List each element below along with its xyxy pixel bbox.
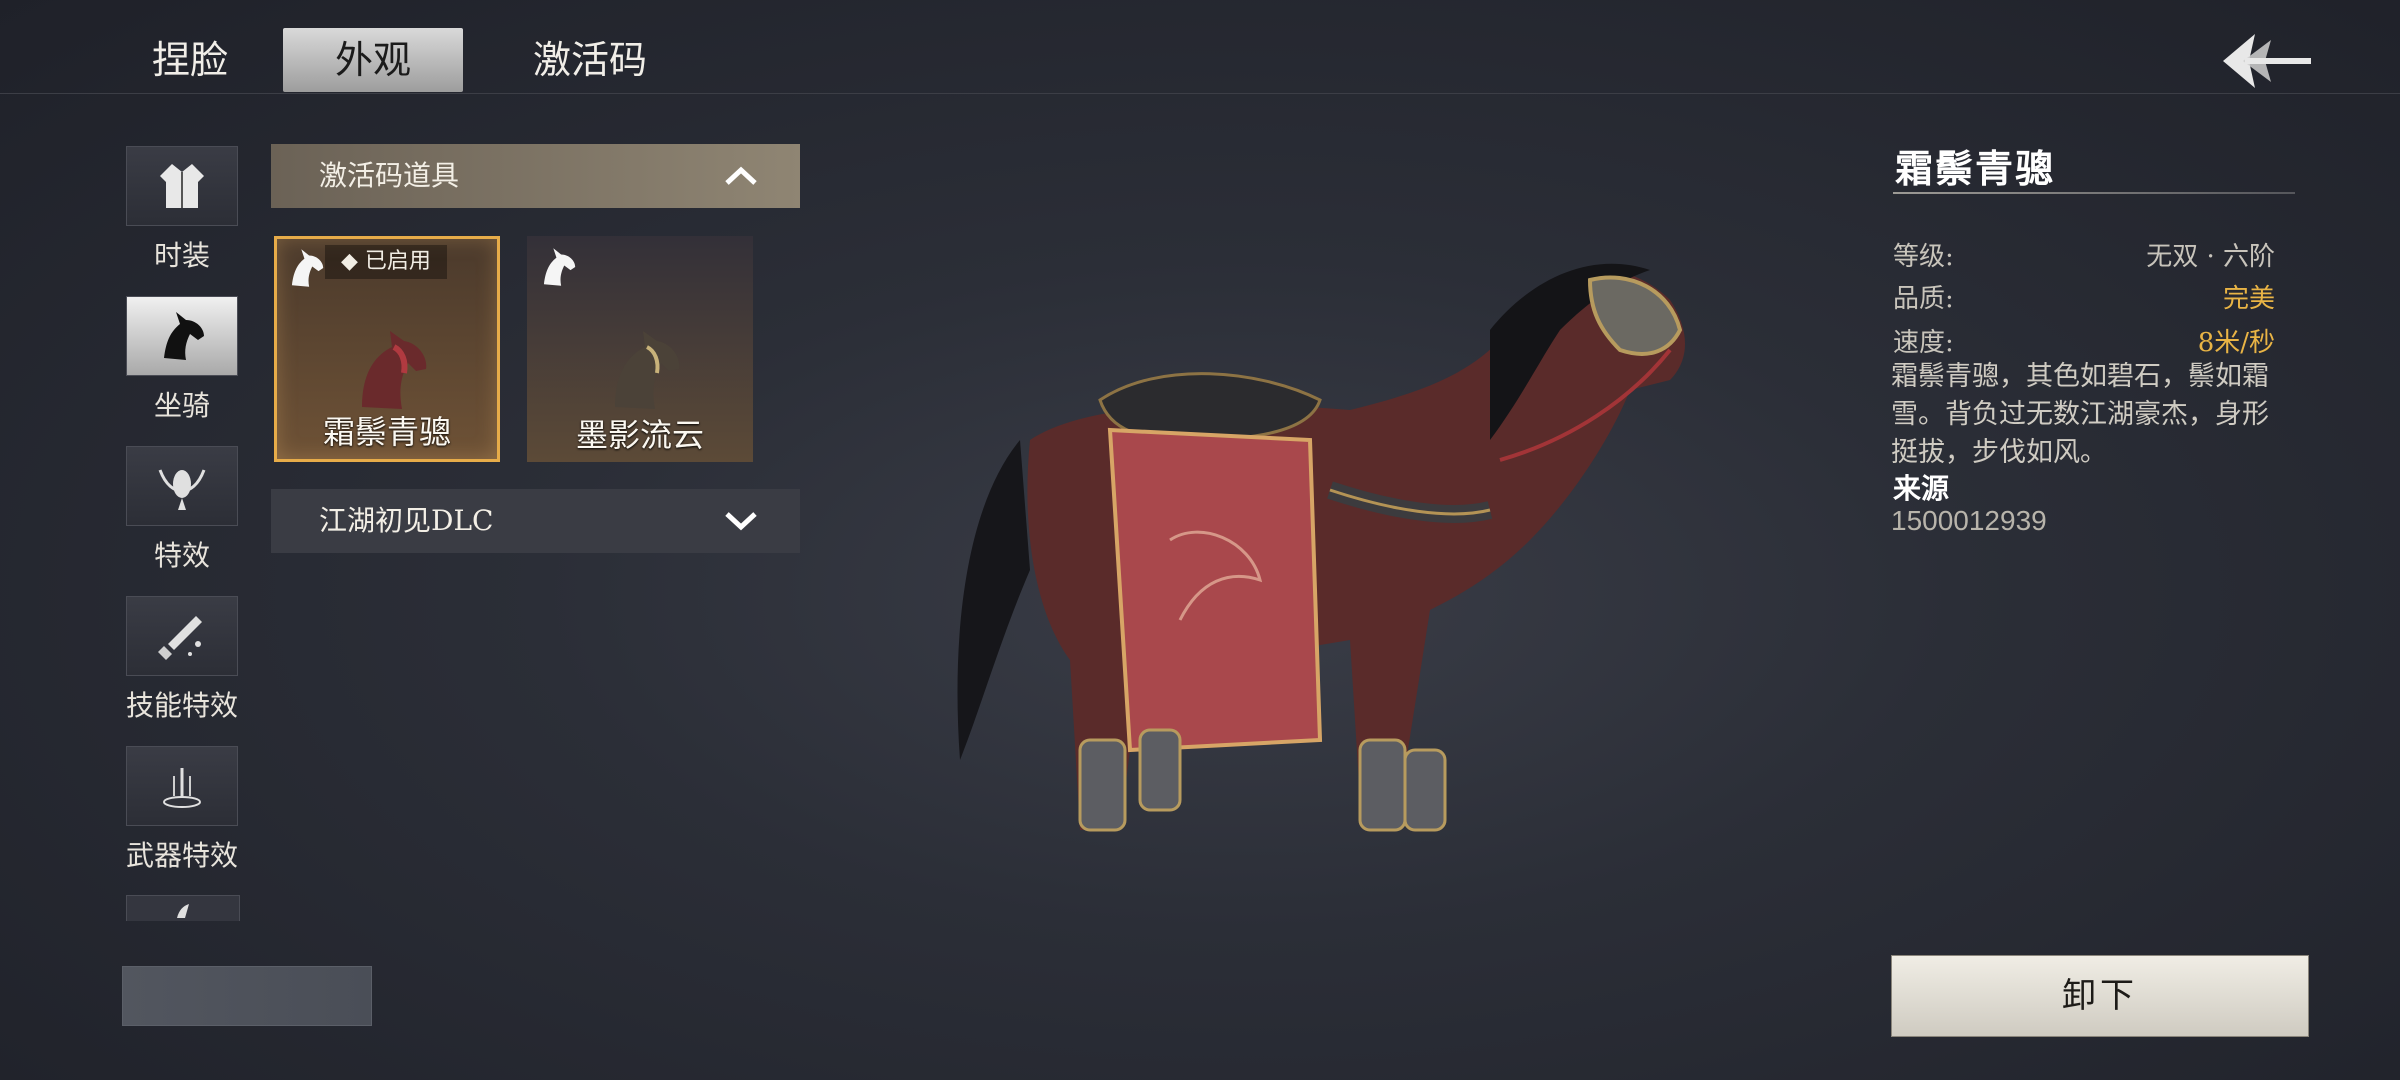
weapon-aura-icon bbox=[126, 746, 238, 826]
back-arrow-icon[interactable] bbox=[2215, 28, 2315, 94]
stat-key: 品质: bbox=[1893, 284, 1954, 314]
stat-key: 速度: bbox=[1893, 328, 1954, 358]
stat-value: 无双 · 六阶 bbox=[2146, 242, 2275, 272]
tab-activation-code[interactable]: 激活码 bbox=[510, 28, 670, 92]
section-title: 江湖初见DLC bbox=[319, 504, 494, 537]
section-title: 激活码道具 bbox=[319, 159, 460, 192]
unequip-button[interactable]: 卸下 bbox=[1891, 955, 2309, 1037]
category-weapon-effects[interactable]: 武器特效 bbox=[126, 746, 238, 874]
category-label: 时装 bbox=[153, 239, 210, 272]
equipped-badge: ◆ 已启用 bbox=[325, 245, 447, 279]
category-label: 技能特效 bbox=[125, 689, 238, 722]
top-tab-bar: 捏脸 外观 激活码 bbox=[0, 0, 2400, 94]
robe-icon bbox=[126, 146, 238, 226]
stat-value: 完美 bbox=[2222, 284, 2275, 314]
category-mount[interactable]: 坐骑 bbox=[126, 296, 238, 424]
source-label: 来源 bbox=[1893, 472, 1950, 505]
title-divider bbox=[1893, 192, 2295, 194]
category-label: 武器特效 bbox=[125, 839, 238, 872]
category-fashion[interactable]: 时装 bbox=[126, 146, 238, 274]
source-value: 1500012939 bbox=[1891, 505, 2047, 536]
horse-head-icon bbox=[126, 296, 238, 376]
tab-face[interactable]: 捏脸 bbox=[140, 28, 240, 92]
mount-card[interactable]: 墨影流云 bbox=[527, 236, 753, 462]
dlc-section-header[interactable]: 江湖初见DLC bbox=[271, 489, 800, 553]
tab-appearance[interactable]: 外观 bbox=[283, 28, 463, 92]
chevron-down-icon bbox=[725, 512, 757, 531]
mount-name: 霜鬃青骢 bbox=[322, 413, 451, 451]
horse-head-icon bbox=[291, 249, 324, 287]
horse-thumbnail bbox=[362, 330, 427, 409]
chevron-up-icon bbox=[725, 166, 757, 185]
mount-3d-model[interactable] bbox=[930, 240, 1750, 960]
category-effects[interactable]: 特效 bbox=[126, 446, 238, 574]
stat-value: 8米/秒 bbox=[2197, 328, 2275, 358]
mount-description: 霜鬃青骢，其色如碧石，鬃如霜雪。背负过无数江湖豪杰，身形挺拔，步伐如风。 bbox=[1891, 361, 2269, 468]
bottom-left-panel bbox=[122, 966, 372, 1026]
category-label: 坐骑 bbox=[153, 389, 210, 422]
mount-title: 霜鬃青骢 bbox=[1895, 146, 2056, 191]
sword-spark-icon bbox=[126, 596, 238, 676]
unequip-label: 卸下 bbox=[2062, 976, 2138, 1016]
category-label: 特效 bbox=[153, 539, 210, 572]
category-skill-effects[interactable]: 技能特效 bbox=[126, 596, 238, 724]
mount-name: 墨影流云 bbox=[575, 416, 704, 454]
stat-key: 等级: bbox=[1893, 242, 1954, 272]
horse-head-icon bbox=[543, 248, 576, 286]
activation-items-header[interactable]: 激活码道具 bbox=[271, 144, 800, 208]
category-more[interactable] bbox=[126, 895, 240, 921]
sprite-icon bbox=[126, 446, 238, 526]
mount-card-selected[interactable]: ◆ 已启用 霜鬃青骢 bbox=[274, 236, 500, 462]
horse-thumbnail bbox=[615, 331, 680, 410]
